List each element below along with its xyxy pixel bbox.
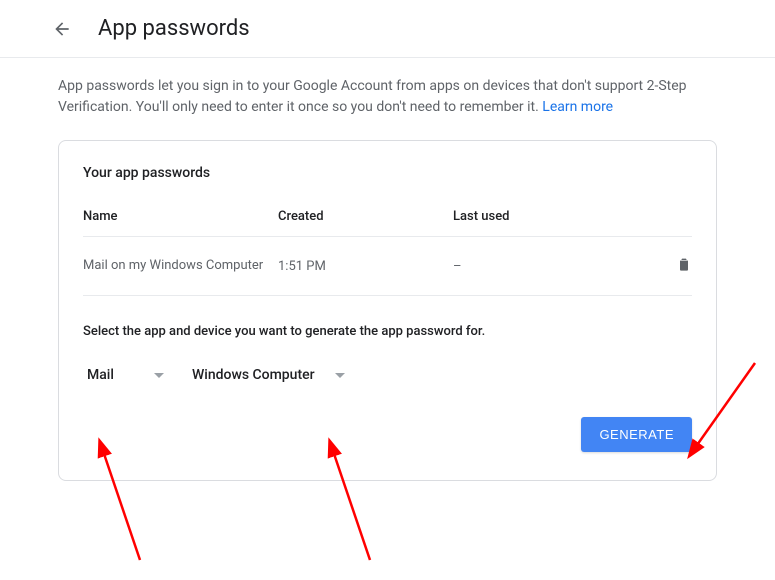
instruction-text: Select the app and device you want to ge… [83, 324, 692, 339]
delete-button[interactable] [662, 255, 692, 277]
back-arrow-icon[interactable] [50, 17, 74, 41]
card-title: Your app passwords [83, 165, 692, 181]
col-created: Created [278, 209, 453, 224]
row-created: 1:51 PM [278, 259, 453, 274]
row-name: Mail on my Windows Computer [83, 257, 278, 275]
app-passwords-card: Your app passwords Name Created Last use… [58, 140, 717, 481]
table-header: Name Created Last used [83, 209, 692, 237]
select-app[interactable]: Mail [83, 361, 168, 389]
table-row: Mail on my Windows Computer 1:51 PM – [83, 237, 692, 296]
col-lastused: Last used [453, 209, 692, 224]
page-header: App passwords [0, 0, 775, 58]
row-lastused: – [453, 259, 662, 274]
chevron-down-icon [335, 373, 345, 378]
generate-row: GENERATE [83, 417, 692, 452]
selects-row: Mail Windows Computer [83, 361, 692, 389]
select-device[interactable]: Windows Computer [188, 361, 349, 389]
learn-more-link[interactable]: Learn more [542, 99, 613, 115]
description-text: App passwords let you sign in to your Go… [0, 58, 775, 118]
select-device-label: Windows Computer [192, 367, 315, 383]
page-title: App passwords [98, 16, 250, 41]
generate-button[interactable]: GENERATE [581, 417, 692, 452]
col-name: Name [83, 209, 278, 224]
select-app-label: Mail [87, 367, 114, 383]
trash-icon [676, 255, 692, 273]
chevron-down-icon [154, 373, 164, 378]
